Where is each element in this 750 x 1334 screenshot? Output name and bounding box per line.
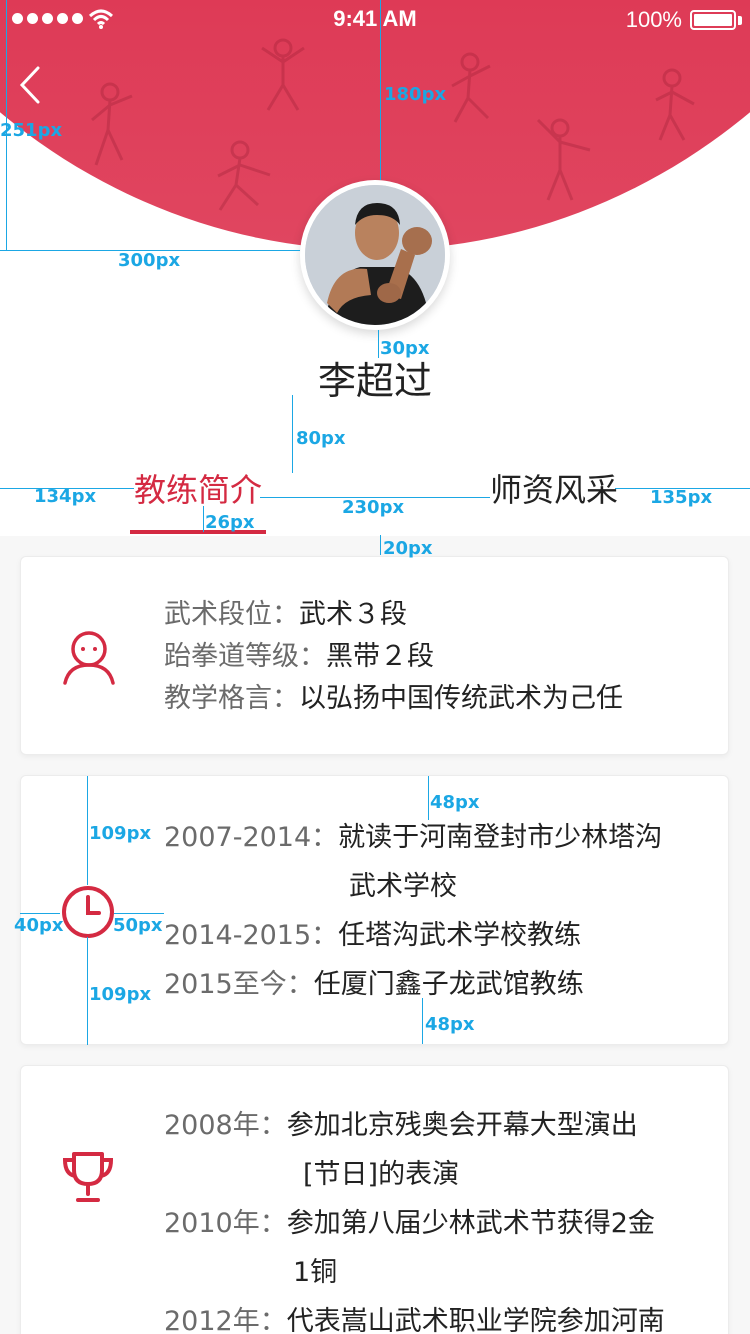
avatar	[300, 180, 450, 330]
history-row-2: 2014-2015：任塔沟武术学校教练	[164, 920, 582, 951]
tab-teacher-showcase[interactable]: 师资风采	[490, 465, 618, 511]
annotation-label: 134px	[34, 486, 97, 507]
history-row-3: 2015至今：任厦门鑫子龙武馆教练	[164, 969, 584, 1000]
annotation-label: 48px	[425, 1014, 475, 1035]
annotation-label: 230px	[342, 497, 405, 518]
trophy-icon	[62, 1152, 114, 1202]
avatar-photo	[305, 185, 445, 325]
battery-icon	[690, 10, 736, 30]
status-bar: 9:41 AM 100%	[0, 0, 750, 40]
chevron-left-icon	[19, 66, 40, 104]
annotation-label: 26px	[205, 512, 255, 533]
annotation-label: 109px	[89, 823, 152, 844]
battery-percent: 100%	[625, 7, 682, 32]
history-row-1: 2007-2014：就读于河南登封市少林塔沟	[164, 822, 663, 853]
annotation-label: 135px	[650, 487, 713, 508]
award-row-2010-continued: 1铜	[293, 1257, 338, 1288]
annotation-label: 40px	[14, 915, 64, 936]
tab-coach-intro[interactable]: 教练简介	[134, 465, 262, 511]
annotation-label: 20px	[383, 538, 433, 559]
annotation-label: 48px	[430, 792, 480, 813]
back-button[interactable]	[14, 60, 54, 110]
person-icon	[63, 631, 115, 685]
profile-header: 9:41 AM 100% 李超过 教练简介 师资风采	[0, 0, 750, 536]
award-row-2008-continued: [节日]的表演	[303, 1159, 460, 1190]
clock-icon	[62, 886, 114, 938]
annotation-label: 30px	[380, 338, 430, 359]
awards-card: 2008年：参加北京残奥会开幕大型演出 [节日]的表演 2010年：参加第八届少…	[20, 1065, 729, 1334]
coach-name: 李超过	[317, 359, 432, 403]
award-row-2012: 2012年：代表嵩山武术职业学院参加河南	[164, 1306, 665, 1334]
annotation-label: 80px	[296, 428, 346, 449]
info-row-taekwondo: 跆拳道等级：黑带２段	[164, 641, 434, 672]
annotation-label: 251px	[0, 120, 63, 141]
battery-nub	[738, 16, 742, 25]
annotation-label: 50px	[113, 915, 163, 936]
coach-info-card: 武术段位：武术３段 跆拳道等级：黑带２段 教学格言：以弘扬中国传统武术为己任	[20, 556, 729, 755]
award-row-2008: 2008年：参加北京残奥会开幕大型演出	[164, 1110, 638, 1141]
annotation-label: 180px	[384, 84, 447, 105]
history-row-1-continued: 武术学校	[349, 871, 457, 902]
annotation-label: 300px	[118, 250, 181, 271]
award-row-2010: 2010年：参加第八届少林武术节获得2金	[164, 1208, 655, 1239]
info-row-rank: 武术段位：武术３段	[164, 599, 407, 630]
info-row-motto: 教学格言：以弘扬中国传统武术为己任	[164, 683, 623, 714]
annotation-label: 109px	[89, 984, 152, 1005]
